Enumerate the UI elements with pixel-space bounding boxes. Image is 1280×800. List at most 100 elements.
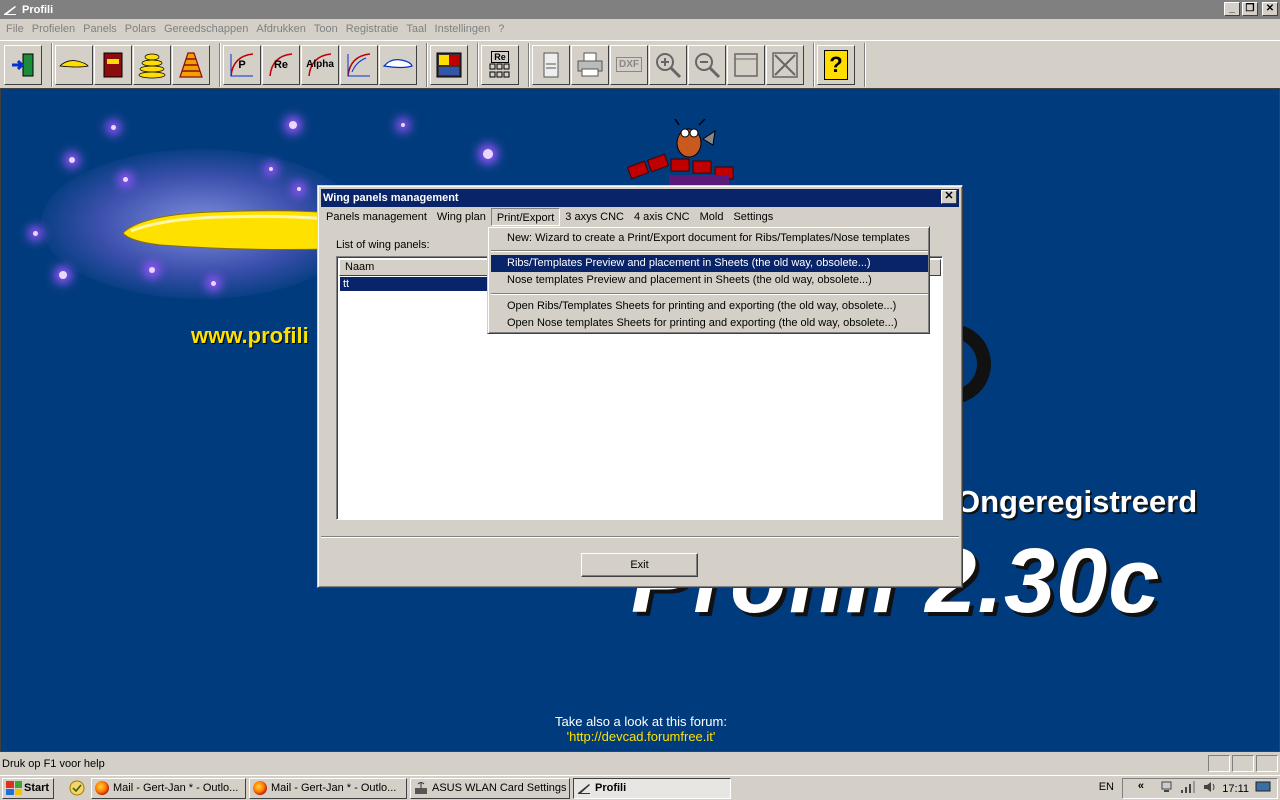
polar-re-button[interactable]: Re <box>262 44 300 85</box>
zoom-window-button[interactable] <box>727 44 765 85</box>
menu-separator <box>491 250 928 252</box>
dxf-label: DXF <box>616 57 642 72</box>
zoom-fit-button[interactable] <box>766 44 804 85</box>
minimize-button[interactable]: _ <box>1224 2 1240 16</box>
dialog-menu-settings[interactable]: Settings <box>728 208 778 226</box>
menu-profielen[interactable]: Profielen <box>28 23 79 35</box>
dialog-close-button[interactable]: ✕ <box>941 190 957 204</box>
menu-registratie[interactable]: Registratie <box>342 23 403 35</box>
menu-help[interactable]: ? <box>494 23 508 35</box>
print-preview-button[interactable] <box>532 44 570 85</box>
taskbar-item-label: ASUS WLAN Card Settings <box>432 782 567 794</box>
taskbar-item-label: Mail - Gert-Jan * - Outlo... <box>113 782 239 794</box>
dialog-menu-mold[interactable]: Mold <box>695 208 729 226</box>
splash-star <box>401 123 405 127</box>
splash-star <box>33 231 38 236</box>
menu-taal[interactable]: Taal <box>402 23 430 35</box>
firefox-icon <box>95 781 109 795</box>
menu-afdrukken[interactable]: Afdrukken <box>252 23 310 35</box>
profili-icon <box>577 781 591 795</box>
stacked-airfoils-button[interactable] <box>133 44 171 85</box>
menu-polars[interactable]: Polars <box>121 23 160 35</box>
menu-item-open-ribs-sheets[interactable]: Open Ribs/Templates Sheets for printing … <box>491 298 928 315</box>
dxf-export-button[interactable]: DXF <box>610 44 648 85</box>
rib-structure-button[interactable] <box>172 44 210 85</box>
signal-strength-icon[interactable] <box>1180 780 1196 797</box>
clock[interactable]: 17:11 <box>1222 783 1249 795</box>
dialog-menu-3-axys-cnc[interactable]: 3 axys CNC <box>560 208 629 226</box>
close-button[interactable]: ✕ <box>1262 2 1278 16</box>
menu-item-nose-templates-preview[interactable]: Nose templates Preview and placement in … <box>491 272 928 289</box>
dialog-title-bar[interactable]: Wing panels management ✕ <box>321 189 959 207</box>
dialog-menu-panels-management[interactable]: Panels management <box>321 208 432 226</box>
wlan-icon <box>414 781 428 795</box>
zoom-in-button[interactable] <box>649 44 687 85</box>
exit-button[interactable] <box>4 44 42 85</box>
polar-p-icon: P <box>227 50 257 80</box>
polar-re-label: Re <box>273 58 289 71</box>
database-book-icon <box>98 50 128 80</box>
airfoil-view-button[interactable] <box>379 44 417 85</box>
menu-instellingen[interactable]: Instellingen <box>431 23 495 35</box>
restore-button[interactable]: ❐ <box>1242 2 1258 16</box>
dialog-title: Wing panels management <box>323 192 459 204</box>
exit-dialog-button[interactable]: Exit <box>581 553 698 577</box>
status-panel <box>1208 755 1230 772</box>
help-button[interactable]: ? <box>817 44 855 85</box>
menu-item-open-nose-sheets[interactable]: Open Nose templates Sheets for printing … <box>491 315 928 332</box>
dialog-menu-print-export[interactable]: Print/Export <box>490 208 561 226</box>
profili-app-icon[interactable] <box>2 2 18 18</box>
menu-toon[interactable]: Toon <box>310 23 342 35</box>
list-item[interactable]: tt <box>340 277 488 291</box>
status-text: Druk op F1 voor help <box>2 758 105 770</box>
dialog-menu-bar: Panels management Wing plan Print/Export… <box>321 207 778 227</box>
menu-panels[interactable]: Panels <box>79 23 121 35</box>
polar-alpha-button[interactable]: Alpha <box>301 44 339 85</box>
dialog-menu-4-axis-cnc[interactable]: 4 axis CNC <box>629 208 695 226</box>
forum-link[interactable]: 'http://devcad.forumfree.it' <box>541 729 741 744</box>
calculator-chart-button[interactable] <box>430 44 468 85</box>
display-icon[interactable] <box>1255 780 1271 797</box>
help-label: ? <box>829 51 843 77</box>
re-calculator-button[interactable]: Re <box>481 44 519 85</box>
re-calculator-icon: Re <box>485 50 515 80</box>
zoom-in-icon <box>653 50 683 80</box>
toolbar: P Re Alpha Re DXF ? <box>0 40 1280 88</box>
title-bar[interactable]: Profili _ ❐ ✕ <box>0 0 1280 19</box>
polar-p-button[interactable]: P <box>223 44 261 85</box>
menu-gereedschappen[interactable]: Gereedschappen <box>160 23 252 35</box>
stacked-airfoils-icon <box>137 50 167 80</box>
zoom-window-icon <box>731 50 761 80</box>
taskbar: Start Mail - Gert-Jan * - Outlo... Mail … <box>0 775 1280 800</box>
taskbar-item-asus-wlan[interactable]: ASUS WLAN Card Settings <box>410 777 570 799</box>
zoom-out-button[interactable] <box>688 44 726 85</box>
taskbar-item-profili[interactable]: Profili <box>573 777 731 799</box>
dialog-menu-wing-plan[interactable]: Wing plan <box>432 208 491 226</box>
column-header-naam[interactable]: Naam <box>339 259 489 276</box>
menu-item-ribs-templates-preview[interactable]: Ribs/Templates Preview and placement in … <box>491 255 928 272</box>
polar-curve-button[interactable] <box>340 44 378 85</box>
printer-icon <box>575 50 605 80</box>
forum-notice: Take also a look at this forum: 'http://… <box>541 714 741 744</box>
quicklaunch-outlook-icon[interactable] <box>66 778 88 799</box>
firefox-icon <box>253 781 267 795</box>
network-icon[interactable] <box>1160 780 1174 797</box>
polar-p-label: P <box>238 58 246 71</box>
rib-structure-icon <box>176 50 206 80</box>
database-button[interactable] <box>94 44 132 85</box>
airfoil-button[interactable] <box>55 44 93 85</box>
taskbar-item-mail-2[interactable]: Mail - Gert-Jan * - Outlo... <box>249 777 407 799</box>
printer-button[interactable] <box>571 44 609 85</box>
system-tray: 17:11 <box>1122 778 1278 799</box>
splash-star <box>269 167 273 171</box>
menu-bar: File Profielen Panels Polars Gereedschap… <box>0 19 1280 39</box>
language-indicator[interactable]: EN <box>1099 781 1114 793</box>
taskbar-item-mail-1[interactable]: Mail - Gert-Jan * - Outlo... <box>91 777 246 799</box>
start-button[interactable]: Start <box>2 777 54 799</box>
menu-item-new-wizard[interactable]: New: Wizard to create a Print/Export doc… <box>491 230 928 247</box>
window-title: Profili <box>22 3 54 16</box>
volume-icon[interactable] <box>1202 780 1216 797</box>
splash-star <box>149 267 155 273</box>
wing-graphic <box>122 210 331 250</box>
menu-file[interactable]: File <box>2 23 28 35</box>
